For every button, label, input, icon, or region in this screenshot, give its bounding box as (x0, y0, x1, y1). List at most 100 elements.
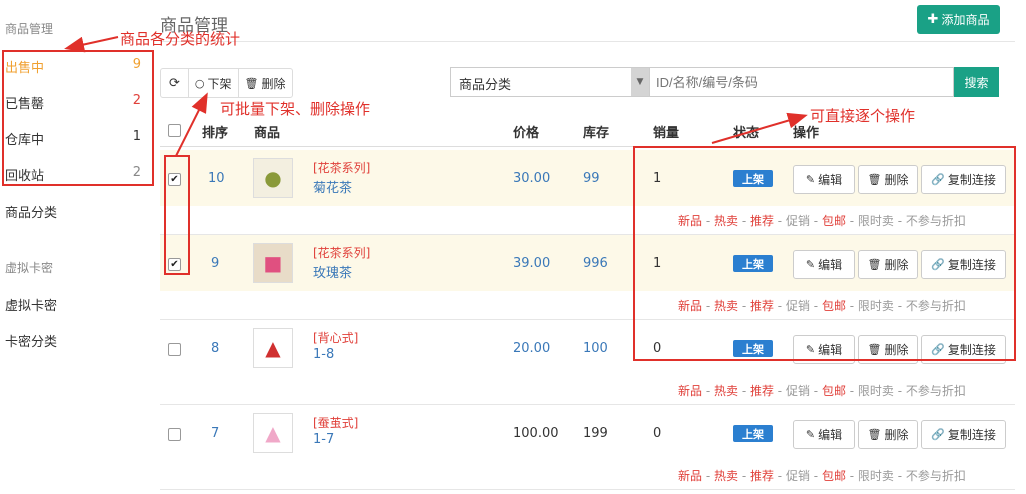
promo-tag[interactable]: 推荐 (750, 214, 774, 228)
product-price[interactable]: 20.00 (513, 341, 550, 356)
promo-tag[interactable]: 推荐 (750, 299, 774, 313)
sidebar-item-on-sale[interactable]: 出售中 9 (5, 57, 145, 76)
row-divider (160, 319, 1015, 320)
delete-button[interactable]: 🗑 删除 (858, 165, 918, 194)
sidebar-section-goods: 商品管理 (5, 22, 54, 36)
sidebar-section-virtual-card: 虚拟卡密 (5, 261, 54, 275)
status-badge[interactable]: 上架 (733, 425, 773, 442)
promo-tag[interactable]: 新品 (678, 384, 702, 398)
sidebar-item-warehouse[interactable]: 仓库中 1 (5, 129, 145, 148)
promo-tag[interactable]: 不参与折扣 (906, 214, 966, 228)
promo-tags: 新品 - 热卖 - 推荐 - 促销 - 包邮 - 限时卖 - 不参与折扣 (678, 467, 966, 484)
sidebar-item-virtual-card[interactable]: 虚拟卡密 (5, 295, 145, 314)
product-name[interactable]: 1-7 (313, 432, 334, 447)
promo-tag[interactable]: 限时卖 (858, 299, 894, 313)
product-thumbnail[interactable]: ▲ (253, 413, 293, 453)
row-order[interactable]: 7 (211, 426, 219, 441)
product-price[interactable]: 30.00 (513, 171, 550, 186)
promo-tag[interactable]: 新品 (678, 214, 702, 228)
promo-tag[interactable]: 促销 (786, 384, 810, 398)
promo-tag[interactable]: 新品 (678, 469, 702, 483)
edit-button[interactable]: ✎ 编辑 (793, 420, 855, 449)
promo-tag[interactable]: 限时卖 (858, 214, 894, 228)
copy-link-button[interactable]: 🔗 复制连接 (921, 420, 1006, 449)
tag-separator: - (738, 469, 750, 483)
product-stock[interactable]: 100 (583, 341, 608, 356)
promo-tag[interactable]: 热卖 (714, 469, 738, 483)
category-select-value: 商品分类 (459, 78, 512, 93)
search-input[interactable] (650, 67, 954, 97)
promo-tag[interactable]: 包邮 (822, 214, 846, 228)
tag-separator: - (845, 299, 858, 313)
sidebar-item-recycle-bin[interactable]: 回收站 2 (5, 165, 145, 184)
product-image-icon: ● (264, 166, 282, 190)
product-name[interactable]: 菊花茶 (313, 177, 352, 196)
row-order[interactable]: 9 (211, 256, 219, 271)
batch-delete-label: 删除 (261, 76, 286, 91)
status-badge[interactable]: 上架 (733, 340, 773, 357)
row-order[interactable]: 8 (211, 341, 219, 356)
product-category: [背心式] (313, 331, 359, 345)
promo-tag[interactable]: 不参与折扣 (906, 469, 966, 483)
promo-tag[interactable]: 促销 (786, 214, 810, 228)
promo-tag[interactable]: 热卖 (714, 384, 738, 398)
select-all-checkbox[interactable] (168, 124, 181, 137)
tag-separator: - (702, 214, 714, 228)
product-thumbnail[interactable]: ■ (253, 243, 293, 283)
sidebar-item-label: 仓库中 (5, 133, 45, 148)
promo-tag[interactable]: 不参与折扣 (906, 384, 966, 398)
promo-tag[interactable]: 促销 (786, 469, 810, 483)
sidebar-item-card-category[interactable]: 卡密分类 (5, 331, 145, 350)
promo-tag[interactable]: 限时卖 (858, 384, 894, 398)
promo-tag[interactable]: 热卖 (714, 214, 738, 228)
delete-button[interactable]: 🗑 删除 (858, 335, 918, 364)
edit-button[interactable]: ✎ 编辑 (793, 250, 855, 279)
promo-tag[interactable]: 限时卖 (858, 469, 894, 483)
promo-tag[interactable]: 推荐 (750, 469, 774, 483)
row-checkbox[interactable]: ✔ (168, 258, 181, 271)
tag-separator: - (702, 469, 714, 483)
product-name[interactable]: 玫瑰茶 (313, 262, 352, 281)
offshelf-button[interactable]: ○ 下架 (187, 69, 238, 97)
sidebar-item-category[interactable]: 商品分类 (5, 202, 145, 221)
row-checkbox[interactable] (168, 428, 181, 441)
promo-tag[interactable]: 促销 (786, 299, 810, 313)
promo-tag[interactable]: 不参与折扣 (906, 299, 966, 313)
tag-separator: - (738, 299, 750, 313)
edit-label: 编辑 (818, 173, 843, 187)
promo-tag[interactable]: 新品 (678, 299, 702, 313)
edit-button[interactable]: ✎ 编辑 (793, 165, 855, 194)
promo-tag[interactable]: 包邮 (822, 384, 846, 398)
tag-separator: - (773, 299, 786, 313)
copy-link-button[interactable]: 🔗 复制连接 (921, 250, 1006, 279)
product-thumbnail[interactable]: ▲ (253, 328, 293, 368)
product-name[interactable]: 1-8 (313, 347, 334, 362)
row-checkbox[interactable]: ✔ (168, 173, 181, 186)
status-badge[interactable]: 上架 (733, 170, 773, 187)
copy-link-button[interactable]: 🔗 复制连接 (921, 165, 1006, 194)
promo-tag[interactable]: 热卖 (714, 299, 738, 313)
sidebar-item-count: 2 (132, 93, 141, 108)
delete-button[interactable]: 🗑 删除 (858, 420, 918, 449)
refresh-button[interactable]: ⟳ (161, 69, 188, 97)
status-badge[interactable]: 上架 (733, 255, 773, 272)
copy-link-button[interactable]: 🔗 复制连接 (921, 335, 1006, 364)
add-product-button[interactable]: ✚ 添加商品 (917, 5, 1000, 34)
delete-icon: 🗑 (867, 428, 882, 441)
product-stock[interactable]: 996 (583, 256, 608, 271)
column-header-order: 排序 (202, 126, 229, 141)
edit-button[interactable]: ✎ 编辑 (793, 335, 855, 364)
promo-tag[interactable]: 包邮 (822, 299, 846, 313)
row-checkbox[interactable] (168, 343, 181, 356)
sidebar-item-sold-out[interactable]: 已售罄 2 (5, 93, 145, 112)
batch-delete-button[interactable]: 🗑 删除 (237, 69, 292, 97)
product-price[interactable]: 39.00 (513, 256, 550, 271)
product-stock[interactable]: 99 (583, 171, 600, 186)
row-order[interactable]: 10 (208, 171, 225, 186)
category-select[interactable]: 商品分类 ▼ (450, 67, 650, 97)
product-thumbnail[interactable]: ● (253, 158, 293, 198)
promo-tag[interactable]: 推荐 (750, 384, 774, 398)
delete-button[interactable]: 🗑 删除 (858, 250, 918, 279)
promo-tag[interactable]: 包邮 (822, 469, 846, 483)
search-button[interactable]: 搜索 (954, 67, 999, 97)
